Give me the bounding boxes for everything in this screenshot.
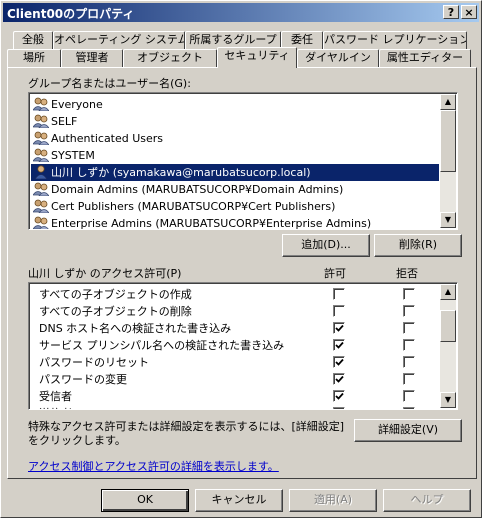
deny-checkbox[interactable] xyxy=(403,305,415,317)
title-bar[interactable]: Client00のプロパティ ? × xyxy=(3,3,479,22)
group-item-label: Domain Admins (MARUBATSUCORP¥Domain Admi… xyxy=(51,183,344,196)
cancel-button[interactable]: キャンセル xyxy=(195,489,283,512)
group-list-item[interactable]: Cert Publishers (MARUBATSUCORP¥Cert Publ… xyxy=(31,198,439,215)
tab-password-replication[interactable]: パスワード レプリケーション xyxy=(323,31,467,49)
allow-checkbox[interactable] xyxy=(333,373,345,385)
scroll-up-icon[interactable]: ▲ xyxy=(440,94,456,110)
group-item-label: Cert Publishers (MARUBATSUCORP¥Cert Publ… xyxy=(51,200,336,213)
allow-header: 許可 xyxy=(324,267,346,280)
allow-checkbox[interactable] xyxy=(333,356,345,368)
permission-name: パスワードのリセット xyxy=(39,356,149,369)
group-list-item[interactable]: Authenticated Users xyxy=(31,130,439,147)
deny-checkbox[interactable] xyxy=(403,407,415,409)
tab-operating-system[interactable]: オペレーティング システム xyxy=(53,31,185,49)
deny-checkbox[interactable] xyxy=(403,390,415,402)
help-title-button[interactable]: ? xyxy=(443,5,459,19)
permission-name: DNS ホスト名への検証された書き込み xyxy=(39,322,232,335)
allow-checkbox[interactable] xyxy=(333,390,345,402)
allow-checkbox[interactable] xyxy=(333,305,345,317)
remove-button[interactable]: 削除(R) xyxy=(374,234,462,257)
group-list-item[interactable]: SYSTEM xyxy=(31,147,439,164)
group-list-item[interactable]: 山川 しずか (syamakawa@marubatsucorp.local) xyxy=(31,164,439,181)
help-link[interactable]: アクセス制御とアクセス許可の詳細を表示します。 xyxy=(28,458,279,474)
scroll-thumb[interactable] xyxy=(440,310,456,342)
properties-dialog: Client00のプロパティ ? × 全般 オペレーティング システム 所属する… xyxy=(0,0,482,518)
allow-checkbox[interactable] xyxy=(333,407,345,409)
tab-security[interactable]: セキュリティ xyxy=(217,47,297,68)
tab-dial-in[interactable]: ダイヤルイン xyxy=(297,49,379,67)
tab-attribute-editor[interactable]: 属性エディター xyxy=(379,49,471,67)
groups-listbox[interactable]: Everyone SELF Authenticated Users SYSTEM 山川 … xyxy=(28,92,458,230)
permissions-scrollbar[interactable]: ▲ ▼ xyxy=(440,284,456,408)
deny-header: 拒否 xyxy=(396,267,418,280)
scroll-thumb[interactable] xyxy=(440,110,456,172)
tab-managed-by[interactable]: 管理者 xyxy=(61,49,123,67)
permission-name: 受信者 xyxy=(39,390,72,403)
permission-name: すべての子オブジェクトの作成 xyxy=(39,288,192,301)
security-panel: グループ名またはユーザー名(G): Everyone SELF Authentica… xyxy=(7,67,477,479)
deny-checkbox[interactable] xyxy=(403,288,415,300)
allow-checkbox[interactable] xyxy=(333,288,345,300)
permissions-label: 山川 しずか のアクセス許可(P) xyxy=(28,267,182,280)
help-button[interactable]: ヘルプ xyxy=(383,489,471,512)
deny-checkbox[interactable] xyxy=(403,373,415,385)
window-title: Client00のプロパティ xyxy=(7,7,135,21)
allow-checkbox[interactable] xyxy=(333,322,345,334)
permission-name: 送信者 xyxy=(31,405,311,409)
groups-scrollbar[interactable]: ▲ ▼ xyxy=(440,94,456,228)
apply-button[interactable]: 適用(A) xyxy=(289,489,377,512)
group-list-item[interactable]: Everyone xyxy=(31,96,439,113)
group-item-label: SELF xyxy=(51,115,78,128)
group-list-item[interactable]: Enterprise Admins (MARUBATSUCORP¥Enterpr… xyxy=(31,215,439,230)
permission-name: サービス プリンシパル名への検証された書き込み xyxy=(39,339,285,352)
group-list-item[interactable]: SELF xyxy=(31,113,439,130)
permission-name: パスワードの変更 xyxy=(39,373,127,386)
tab-row-front: 場所 管理者 オブジェクト セキュリティ ダイヤルイン 属性エディター xyxy=(5,47,477,68)
group-item-label: SYSTEM xyxy=(51,149,95,162)
group-item-label: Enterprise Admins (MARUBATSUCORP¥Enterpr… xyxy=(51,217,372,230)
deny-checkbox[interactable] xyxy=(403,322,415,334)
tab-object[interactable]: オブジェクト xyxy=(123,49,217,67)
deny-checkbox[interactable] xyxy=(403,356,415,368)
tab-general[interactable]: 全般 xyxy=(13,31,53,49)
scroll-down-icon[interactable]: ▼ xyxy=(440,392,456,408)
groups-label: グループ名またはユーザー名(G): xyxy=(28,77,191,90)
advanced-note-line2: をクリックします。 xyxy=(28,434,126,447)
deny-checkbox[interactable] xyxy=(403,339,415,351)
users-group-icon xyxy=(32,216,49,229)
permission-name: すべての子オブジェクトの削除 xyxy=(39,305,192,318)
advanced-button[interactable]: 詳細設定(V) xyxy=(354,419,462,442)
permissions-listbox[interactable]: すべての子オブジェクトの作成 すべての子オブジェクトの削除 DNS ホスト名への検証… xyxy=(28,282,458,410)
group-item-label: Authenticated Users xyxy=(51,132,164,145)
close-title-button[interactable]: × xyxy=(461,5,477,19)
ok-button[interactable]: OK xyxy=(101,489,189,512)
tab-location[interactable]: 場所 xyxy=(7,49,61,67)
group-item-label: 山川 しずか (syamakawa@marubatsucorp.local) xyxy=(51,166,311,179)
group-list-item[interactable]: Domain Admins (MARUBATSUCORP¥Domain Admi… xyxy=(31,181,439,198)
scroll-up-icon[interactable]: ▲ xyxy=(440,284,456,300)
scroll-down-icon[interactable]: ▼ xyxy=(440,212,456,228)
group-item-label: Everyone xyxy=(51,98,103,111)
add-button[interactable]: 追加(D)... xyxy=(282,234,370,257)
allow-checkbox[interactable] xyxy=(333,339,345,351)
